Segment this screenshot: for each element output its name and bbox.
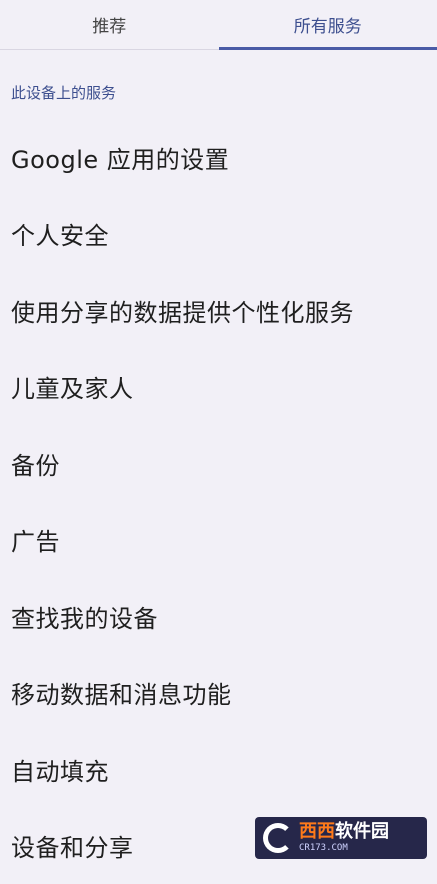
- tab-bar: 推荐 所有服务: [0, 0, 437, 50]
- watermark-accent: 西西: [299, 821, 335, 842]
- logo-c-icon: [263, 823, 293, 853]
- services-list: Google 应用的设置 个人安全 使用分享的数据提供个性化服务 儿童及家人 备…: [0, 119, 437, 884]
- section-header: 此设备上的服务: [11, 82, 116, 103]
- watermark-logo: 西西软件园 CR173.COM: [255, 817, 427, 859]
- list-item-mobile-data-messaging[interactable]: 移动数据和消息功能: [0, 655, 437, 732]
- watermark-name: 软件园: [335, 821, 389, 842]
- tab-recommended[interactable]: 推荐: [0, 0, 219, 49]
- list-item-ads[interactable]: 广告: [0, 502, 437, 579]
- watermark-main: 西西软件园: [299, 823, 389, 841]
- list-item-personalization[interactable]: 使用分享的数据提供个性化服务: [0, 272, 437, 349]
- list-item-google-app-settings[interactable]: Google 应用的设置: [0, 119, 437, 196]
- list-item-personal-safety[interactable]: 个人安全: [0, 196, 437, 273]
- list-item-autofill[interactable]: 自动填充: [0, 731, 437, 808]
- watermark-text: 西西软件园 CR173.COM: [299, 823, 389, 853]
- list-item-backup[interactable]: 备份: [0, 425, 437, 502]
- list-item-find-my-device[interactable]: 查找我的设备: [0, 578, 437, 655]
- watermark-domain: CR173.COM: [299, 844, 389, 853]
- tab-all-services[interactable]: 所有服务: [219, 0, 437, 49]
- list-item-kids-family[interactable]: 儿童及家人: [0, 349, 437, 426]
